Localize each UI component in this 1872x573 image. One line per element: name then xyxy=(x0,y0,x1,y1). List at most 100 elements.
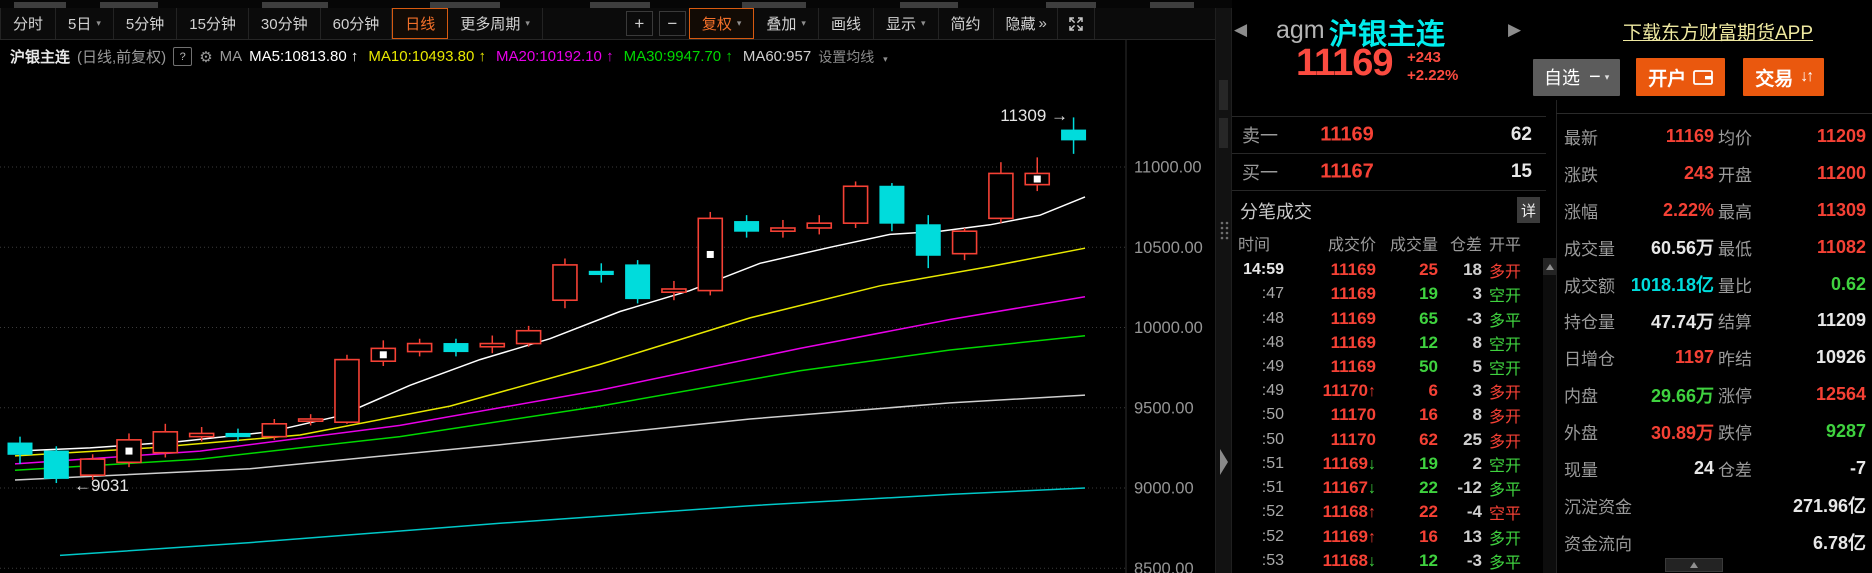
grip-dots-icon[interactable] xyxy=(1219,220,1230,240)
stat-value: 60.56万 xyxy=(1651,234,1714,260)
last-price: 11169 xyxy=(1296,42,1392,85)
quick-action-buttons: 自选 − ▾ 开户 交易 ↓↑ xyxy=(1533,58,1824,96)
stat-label: 跌停 xyxy=(1718,419,1752,444)
toolbar-button-0[interactable]: 分时 xyxy=(0,8,56,39)
panel-border xyxy=(1556,100,1557,573)
stat-value: 10926 xyxy=(1816,347,1866,368)
ask-price: 11169 xyxy=(1312,124,1382,147)
double-chevron-icon: » xyxy=(1039,15,1045,32)
tick-volume: 25 xyxy=(1376,260,1438,280)
ma-value: MA20:10192.10 ↑ xyxy=(496,48,614,65)
price-change: +243 +2.22% xyxy=(1407,49,1458,85)
download-app-link[interactable]: 下载东方财富期货APP xyxy=(1623,18,1813,45)
stat-cell: 涨幅2.22% xyxy=(1564,192,1714,229)
bid-qty: 15 xyxy=(1511,161,1532,183)
next-contract-icon[interactable]: ▶ xyxy=(1508,20,1521,40)
svg-text:9500.00: 9500.00 xyxy=(1134,399,1194,417)
tick-row: :5211169↑1613多开 xyxy=(1232,524,1540,548)
open-account-button[interactable]: 开户 xyxy=(1636,58,1725,96)
toolbar-button-9[interactable]: + xyxy=(626,11,653,36)
tick-row: :481116965-3多平 xyxy=(1232,306,1540,330)
ma-settings-dropdown[interactable]: 设置均线 ▾ xyxy=(818,47,887,67)
gear-icon[interactable]: ⚙ xyxy=(199,48,212,66)
tick-price: 11168↑ xyxy=(1284,502,1376,522)
toolbar-button-14[interactable]: 显示▾ xyxy=(874,8,939,39)
tick-row: :5111169↓192空开 xyxy=(1232,452,1540,476)
toolbar-button-3[interactable]: 15分钟 xyxy=(177,8,249,39)
stat-label: 涨停 xyxy=(1718,382,1752,407)
stat-value: 2.22% xyxy=(1663,200,1714,221)
tick-price: 11169↓ xyxy=(1284,454,1376,474)
tick-volume: 16 xyxy=(1376,405,1438,425)
stat-value: 11169 xyxy=(1666,126,1714,147)
stat-value: 9287 xyxy=(1826,421,1866,442)
wallet-icon xyxy=(1693,70,1713,85)
stat-label: 仓差 xyxy=(1718,456,1752,481)
ma-value: MA30:9947.70 ↑ xyxy=(624,48,733,65)
trade-button[interactable]: 交易 ↓↑ xyxy=(1743,58,1824,96)
toolbar-button-12[interactable]: 叠加▾ xyxy=(754,8,819,39)
stat-label: 开盘 xyxy=(1718,161,1752,186)
toolbar-button-10[interactable]: − xyxy=(659,11,686,36)
help-icon[interactable]: ? xyxy=(173,47,192,66)
tick-open-close-flag: 多开 xyxy=(1489,379,1521,403)
stat-label: 最新 xyxy=(1564,124,1598,149)
contract-code: agm xyxy=(1276,16,1325,45)
up-arrow-icon: ↑ xyxy=(1368,529,1376,546)
chevron-down-icon: ▾ xyxy=(801,18,806,29)
candlestick-chart[interactable]: 11000.0010500.0010000.009500.009000.0085… xyxy=(0,40,1215,573)
prev-contract-icon[interactable]: ◀ xyxy=(1234,20,1247,40)
tick-row: :4911170↑63多开 xyxy=(1232,379,1540,403)
tick-open-close-flag: 多平 xyxy=(1489,476,1521,500)
tick-time: 14:59 xyxy=(1232,261,1284,279)
up-arrow-icon: ↑ xyxy=(1368,383,1376,400)
toolbar-button-2[interactable]: 5分钟 xyxy=(114,8,177,39)
tick-oi-change: 8 xyxy=(1438,405,1482,425)
stat-value: 11200 xyxy=(1817,163,1866,184)
legend-mode: (日线,前复权) xyxy=(77,46,166,67)
toolbar-button-1[interactable]: 5日▾ xyxy=(56,8,114,39)
tick-table-body: 14:59111692518多开:4711169193空开:481116965-… xyxy=(1232,258,1540,573)
collapse-panel-button[interactable] xyxy=(1665,558,1723,572)
tick-oi-change: 18 xyxy=(1438,260,1482,280)
tick-row: 14:59111692518多开 xyxy=(1232,258,1540,282)
toolbar-button-16[interactable]: 隐藏» xyxy=(994,8,1058,39)
stat-value: 11209 xyxy=(1817,310,1866,331)
tick-scrollbar[interactable] xyxy=(1543,258,1556,573)
tick-col-header: 仓差 xyxy=(1438,231,1482,255)
toolbar-button-7[interactable]: 更多周期▾ xyxy=(448,8,543,39)
stat-cell: 日增仓1197 xyxy=(1564,339,1714,376)
tick-open-close-flag: 多平 xyxy=(1489,307,1521,331)
stat-cell: 持仓量47.74万 xyxy=(1564,302,1714,339)
tick-time: :48 xyxy=(1232,310,1284,328)
tick-row: :5311168↓12-3多平 xyxy=(1232,549,1540,573)
toolbar-button-11[interactable]: 复权▾ xyxy=(689,8,755,39)
stat-value: 11082 xyxy=(1817,237,1866,258)
collapse-right-arrow-icon[interactable] xyxy=(1220,449,1228,475)
panel-splitter[interactable] xyxy=(1215,8,1232,573)
stat-cell: 开盘 11200 xyxy=(1718,155,1866,192)
splitter-box xyxy=(1219,80,1228,110)
tick-time: :50 xyxy=(1232,406,1284,424)
stat-cell: 涨停12564 xyxy=(1718,376,1866,413)
toolbar-button-15[interactable]: 简约 xyxy=(939,8,994,39)
chart-legend: 沪银主连 (日线,前复权) ? ⚙ MA MA5:10813.80 ↑MA10:… xyxy=(10,46,888,67)
tick-price: 11169 xyxy=(1284,284,1376,304)
watchlist-button[interactable]: 自选 − ▾ xyxy=(1533,59,1620,96)
toolbar-button-6[interactable]: 日线 xyxy=(392,8,448,39)
stat-label: 涨跌 xyxy=(1564,161,1598,186)
toolbar-button-4[interactable]: 30分钟 xyxy=(249,8,321,39)
tick-open-close-flag: 多开 xyxy=(1489,403,1521,427)
tick-detail-button[interactable]: 详 xyxy=(1517,197,1540,223)
tick-volume: 65 xyxy=(1376,309,1438,329)
expand-chart-icon[interactable] xyxy=(1058,8,1095,39)
stats-divider xyxy=(1556,113,1872,114)
chevron-up-icon xyxy=(1690,562,1698,568)
svg-text:8500.00: 8500.00 xyxy=(1134,560,1194,573)
tick-price: 11170 xyxy=(1284,430,1376,450)
toolbar-button-13[interactable]: 画线 xyxy=(819,8,874,39)
tick-oi-change: -4 xyxy=(1438,502,1482,522)
toolbar-button-5[interactable]: 60分钟 xyxy=(321,8,393,39)
stat-cell: 结算11209 xyxy=(1718,302,1866,339)
scroll-up-icon[interactable] xyxy=(1543,258,1556,275)
